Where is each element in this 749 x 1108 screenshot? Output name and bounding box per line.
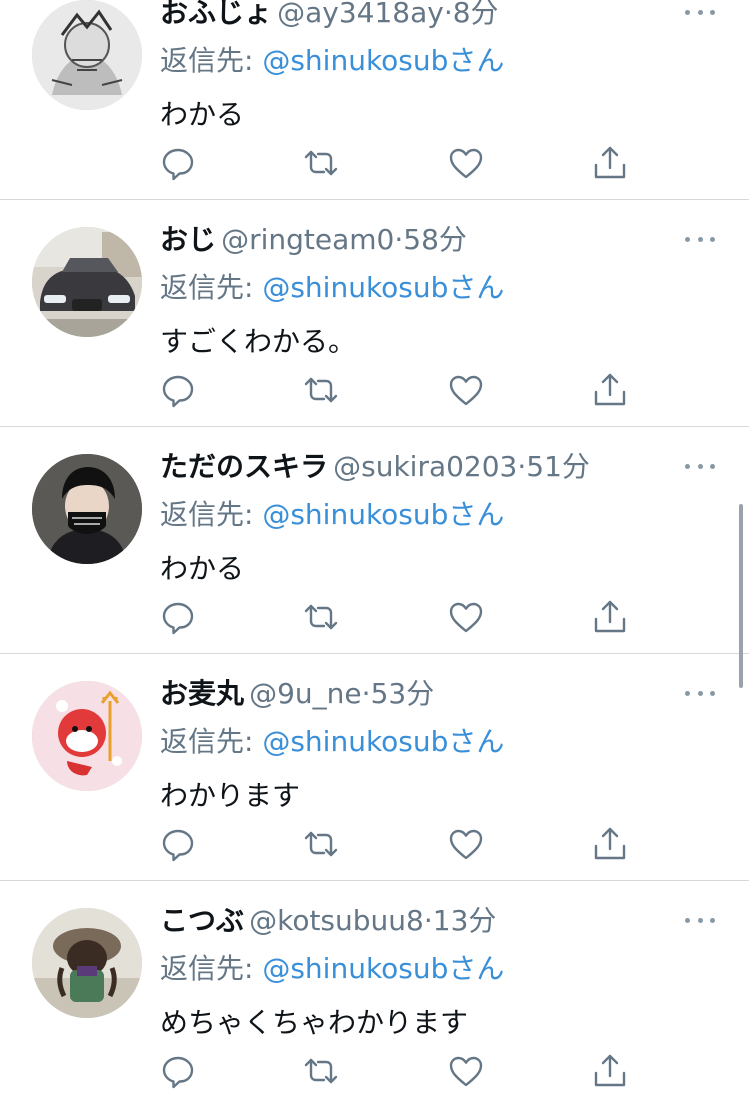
anime-character-avatar[interactable] [32,454,142,564]
tweet-time[interactable]: 13分 [433,904,497,937]
separator-dot: · [443,0,453,29]
share-icon[interactable] [592,372,628,408]
more-options-icon[interactable] [685,234,715,244]
replying-to: 返信先: @shinukosubさん [160,493,504,533]
tweet-actions [160,599,640,639]
user-handle[interactable]: @kotsubuu8 [249,904,424,937]
replying-to: 返信先: @shinukosubさん [160,720,504,760]
share-icon[interactable] [592,599,628,635]
mention-suffix: さん [448,271,505,304]
tweet[interactable]: こつぶ @kotsubuu8·13分 返信先: @shinukosubさん めち… [0,881,749,1108]
sketch-portrait-avatar[interactable] [32,0,142,110]
game-character-avatar[interactable] [32,908,142,1018]
reply-icon[interactable] [160,826,196,862]
separator-dot: · [361,677,371,710]
display-name[interactable]: ただのスキラ [160,450,328,483]
share-icon[interactable] [592,145,628,181]
user-handle[interactable]: @sukira0203 [333,450,517,483]
mention-suffix: さん [448,498,505,531]
tweet-text: わかる [160,552,245,585]
display-name[interactable]: おふじょ [160,0,272,29]
mention-suffix: さん [448,725,505,758]
display-name[interactable]: おじ [160,223,216,256]
tweet-text: わかる [160,98,245,131]
user-handle[interactable]: @ay3418ay [277,0,444,29]
tweet[interactable]: おじ @ringteam0·58分 返信先: @shinukosubさん すごく… [0,200,749,427]
reply-icon[interactable] [160,145,196,181]
replying-prefix: 返信先: [160,271,263,304]
tweet-actions [160,145,640,185]
separator-dot: · [394,223,404,256]
mention-link[interactable]: @shinukosubさん [262,271,504,304]
mention-link[interactable]: @shinukosubさん [262,725,504,758]
scrollbar[interactable] [739,504,743,688]
like-icon[interactable] [448,372,484,408]
like-icon[interactable] [448,145,484,181]
red-imp-avatar[interactable] [32,681,142,791]
tweet-actions [160,826,640,866]
like-icon[interactable] [448,826,484,862]
retweet-icon[interactable] [303,599,339,635]
like-icon[interactable] [448,599,484,635]
mention-link[interactable]: @shinukosubさん [262,952,504,985]
tweet-time[interactable]: 58分 [403,223,467,256]
tweet-header: お麦丸 @9u_ne·53分 [160,674,669,714]
retweet-icon[interactable] [303,145,339,181]
retweet-icon[interactable] [303,372,339,408]
tweet-header: おじ @ringteam0·58分 [160,220,669,260]
reply-icon[interactable] [160,372,196,408]
display-name[interactable]: こつぶ [160,904,244,937]
user-handle[interactable]: @9u_ne [249,677,362,710]
car-avatar[interactable] [32,227,142,337]
mention-handle: @shinukosub [262,725,449,758]
retweet-icon[interactable] [303,826,339,862]
tweet-reply-list: おふじょ @ay3418ay·8分 返信先: @shinukosubさん わかる [0,0,749,1108]
more-options-icon[interactable] [685,688,715,698]
mention-handle: @shinukosub [262,44,449,77]
mention-handle: @shinukosub [262,952,449,985]
tweet-time[interactable]: 51分 [526,450,590,483]
more-options-icon[interactable] [685,915,715,925]
display-name[interactable]: お麦丸 [160,677,244,710]
share-icon[interactable] [592,826,628,862]
tweet[interactable]: ただのスキラ @sukira0203·51分 返信先: @shinukosubさ… [0,427,749,654]
mention-handle: @shinukosub [262,271,449,304]
replying-prefix: 返信先: [160,44,263,77]
mention-suffix: さん [448,44,505,77]
tweet-header: ただのスキラ @sukira0203·51分 [160,447,669,487]
mention-link[interactable]: @shinukosubさん [262,498,504,531]
tweet-text: わかります [160,779,301,812]
tweet-actions [160,372,640,412]
reply-icon[interactable] [160,599,196,635]
tweet-header: おふじょ @ay3418ay·8分 [160,0,669,33]
separator-dot: · [517,450,527,483]
replying-to: 返信先: @shinukosubさん [160,39,504,79]
mention-suffix: さん [448,952,505,985]
tweet-time[interactable]: 53分 [371,677,435,710]
separator-dot: · [423,904,433,937]
tweet[interactable]: おふじょ @ay3418ay·8分 返信先: @shinukosubさん わかる [0,0,749,200]
replying-prefix: 返信先: [160,952,263,985]
tweet[interactable]: お麦丸 @9u_ne·53分 返信先: @shinukosubさん わかります [0,654,749,881]
tweet-header: こつぶ @kotsubuu8·13分 [160,901,669,941]
replying-to: 返信先: @shinukosubさん [160,266,504,306]
tweet-text: すごくわかる。 [160,325,357,358]
tweet-text: めちゃくちゃわかります [160,1006,469,1039]
replying-to: 返信先: @shinukosubさん [160,947,504,987]
replying-prefix: 返信先: [160,498,263,531]
mention-link[interactable]: @shinukosubさん [262,44,504,77]
user-handle[interactable]: @ringteam0 [221,223,394,256]
more-options-icon[interactable] [685,7,715,17]
replying-prefix: 返信先: [160,725,263,758]
tweet-time[interactable]: 8分 [453,0,499,29]
tweet-actions [160,1053,640,1093]
mention-handle: @shinukosub [262,498,449,531]
more-options-icon[interactable] [685,461,715,471]
